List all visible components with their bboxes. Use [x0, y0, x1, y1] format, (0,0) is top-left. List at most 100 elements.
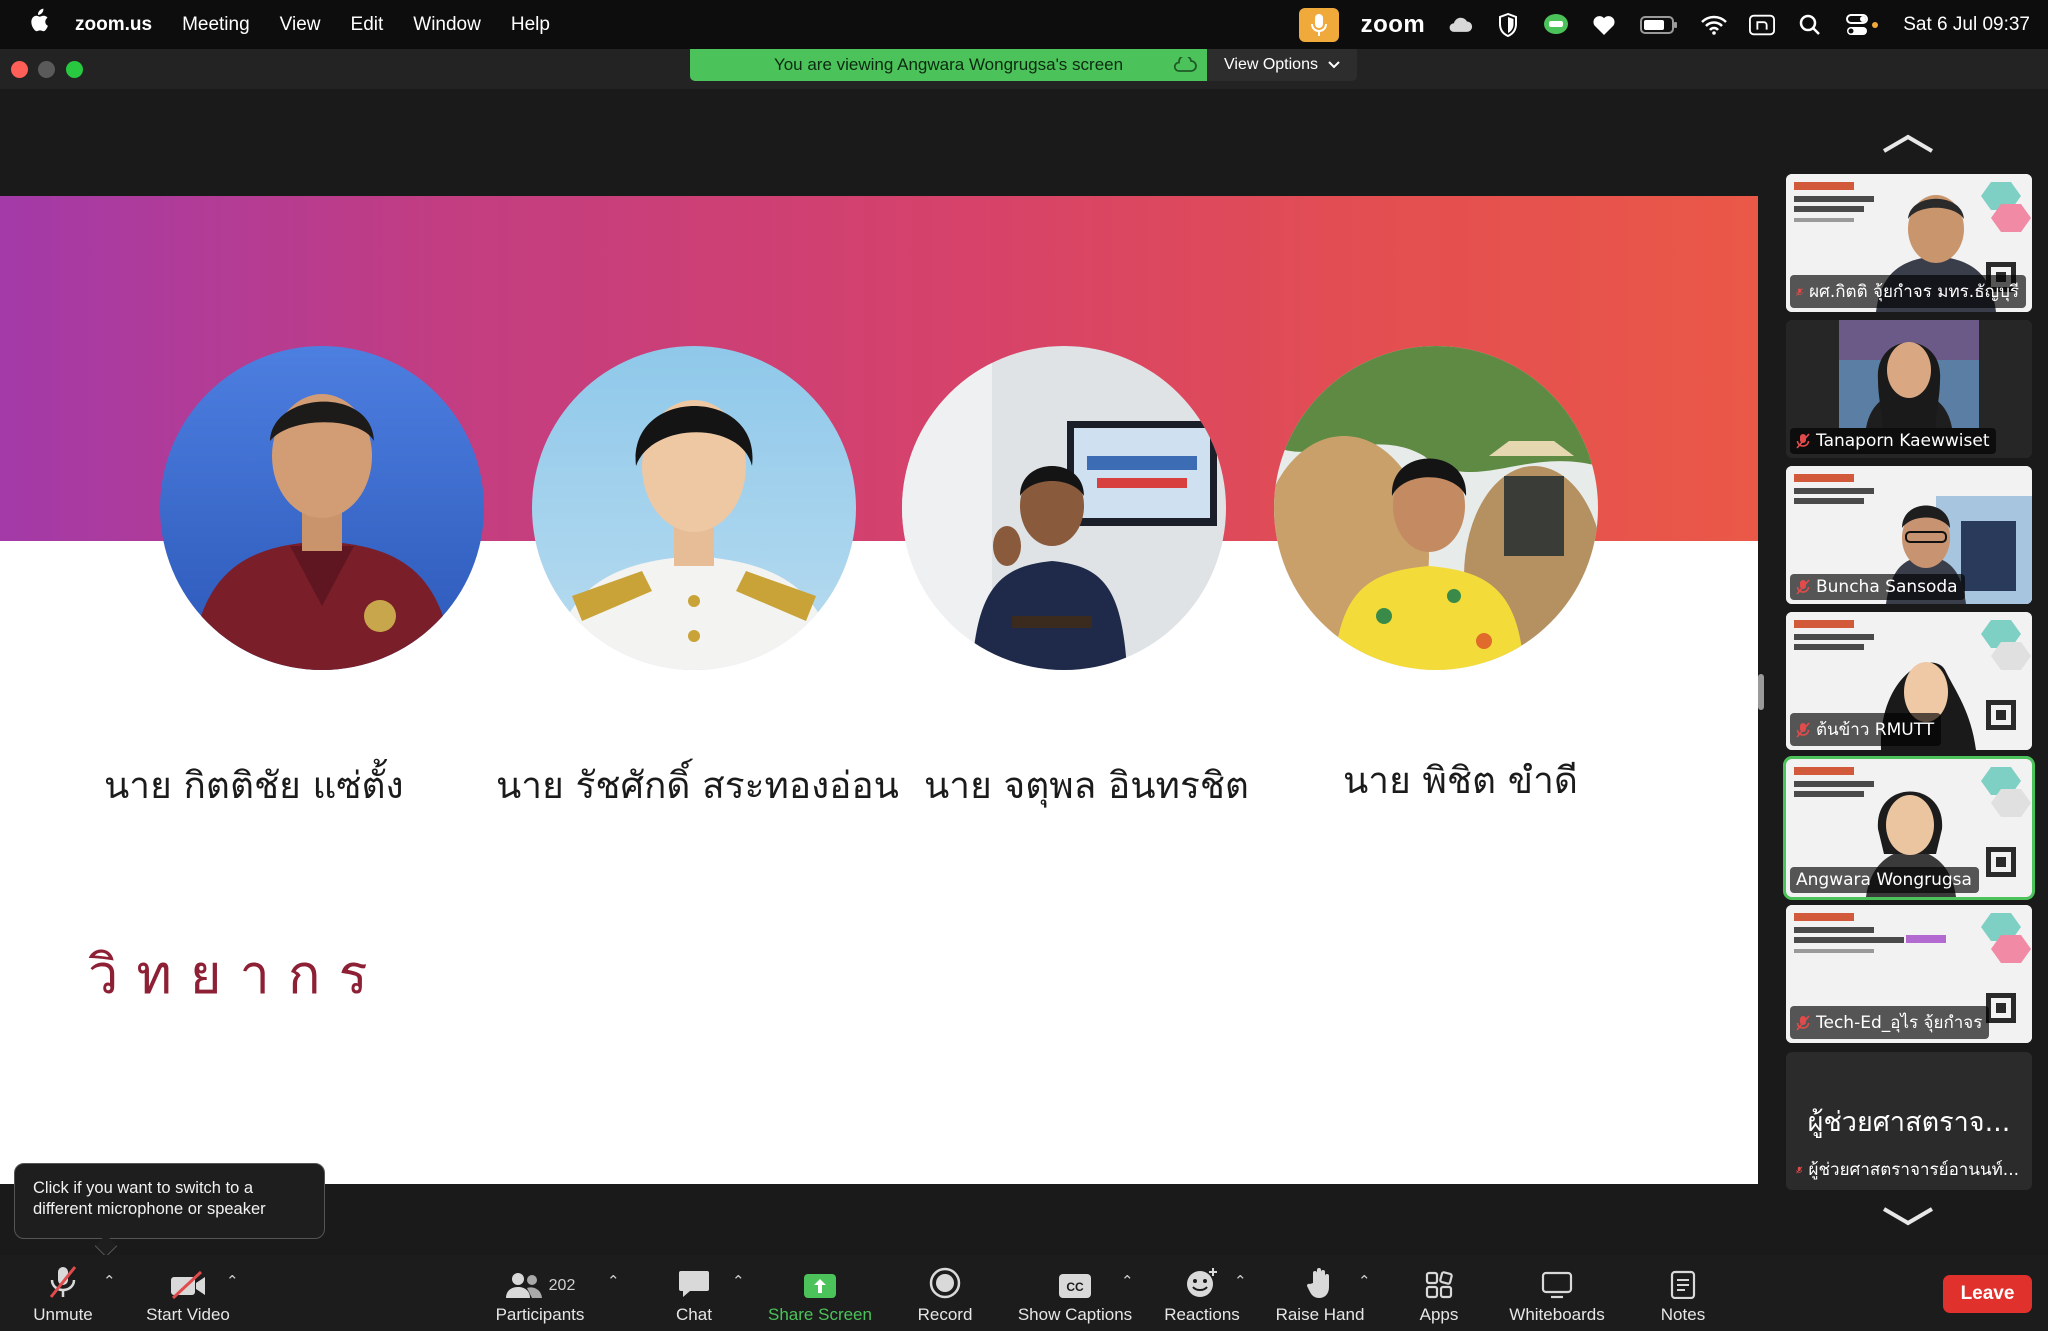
speaker-photo-4 [1274, 346, 1598, 670]
notes-button[interactable]: Notes [1657, 1265, 1709, 1325]
microphone-tray-icon[interactable] [1298, 7, 1339, 42]
participants-options-caret[interactable]: ⌃ [607, 1272, 620, 1290]
participant-name-label: ผศ.กิตติ จุ้ยกำจร มทร.ธัญบุรี [1790, 275, 2026, 308]
apple-icon[interactable] [0, 8, 75, 41]
zoom-tray-label[interactable]: zoom [1361, 11, 1426, 39]
heart-icon[interactable] [1591, 12, 1617, 38]
view-options-button[interactable]: View Options [1207, 49, 1357, 81]
share-screen-label: Share Screen [768, 1305, 872, 1324]
reactions-button[interactable]: Reactions [1162, 1265, 1242, 1325]
participant-tile-video-off[interactable]: ผู้ช่วยศาสตราจ... ผู้ช่วยศาสตราจารย์อานน… [1786, 1052, 2032, 1190]
speaker-photo-2 [532, 346, 856, 670]
apps-label: Apps [1419, 1305, 1459, 1324]
participants-label: Participants [495, 1305, 585, 1324]
participants-icon-wrap: 202 [505, 1265, 576, 1299]
participant-tile[interactable]: Buncha Sansoda [1786, 466, 2032, 604]
start-video-button[interactable]: Start Video [142, 1265, 234, 1325]
participant-count: 202 [548, 1277, 576, 1294]
record-icon [929, 1265, 961, 1299]
reactions-options-caret[interactable]: ⌃ [1234, 1272, 1247, 1290]
chat-button[interactable]: Chat [670, 1265, 718, 1325]
video-off-icon [169, 1265, 207, 1299]
participant-name-label: ผู้ช่วยศาสตราจารย์อานนท์... [1790, 1153, 2026, 1186]
muted-mic-icon [1796, 287, 1803, 296]
chevron-down-icon [1328, 56, 1340, 74]
leave-button[interactable]: Leave [1943, 1275, 2032, 1313]
window-close-button[interactable] [11, 61, 28, 78]
menu-app-name[interactable]: zoom.us [75, 14, 152, 36]
window-zoom-button[interactable] [66, 61, 83, 78]
window-minimize-button[interactable] [38, 61, 55, 78]
participants-icon [505, 1273, 542, 1298]
participant-tile[interactable]: Tanaporn Kaewwiset [1786, 320, 2032, 458]
unmute-button[interactable]: Unmute [32, 1265, 94, 1325]
input-source-icon[interactable] [1749, 12, 1776, 38]
screen-share-banner: You are viewing Angwara Wongrugsa's scre… [690, 49, 1207, 81]
raise-hand-options-caret[interactable]: ⌃ [1358, 1272, 1371, 1290]
slide-heading: วิทยากร [88, 943, 386, 1006]
whiteboards-button[interactable]: Whiteboards [1505, 1265, 1609, 1325]
apps-icon [1425, 1265, 1453, 1299]
svg-text:CC: CC [1066, 1280, 1084, 1294]
show-captions-button[interactable]: CC Show Captions [1015, 1265, 1135, 1325]
participant-name-label: ต้นข้าว RMUTT [1790, 713, 1942, 746]
apps-button[interactable]: Apps [1416, 1265, 1462, 1325]
gallery-up-arrow-icon[interactable] [1880, 131, 1936, 155]
cloud-icon[interactable] [1447, 12, 1473, 38]
participant-name: Buncha Sansoda [1816, 577, 1958, 597]
captions-options-caret[interactable]: ⌃ [1121, 1272, 1134, 1290]
participant-name-label: Buncha Sansoda [1790, 574, 1965, 600]
search-icon[interactable] [1797, 12, 1823, 38]
participant-tile[interactable]: ผศ.กิตติ จุ้ยกำจร มทร.ธัญบุรี [1786, 174, 2032, 312]
chat-icon [678, 1265, 710, 1299]
share-screen-button[interactable]: Share Screen [766, 1265, 874, 1325]
menu-help[interactable]: Help [511, 14, 550, 36]
reactions-icon [1185, 1265, 1219, 1299]
cloud-recording-icon [1173, 54, 1197, 78]
participants-button[interactable]: 202 Participants [493, 1265, 587, 1325]
menu-view[interactable]: View [280, 14, 321, 36]
speaker-photo-1 [160, 346, 484, 670]
wifi-icon[interactable] [1701, 12, 1728, 38]
notes-icon [1670, 1265, 1696, 1299]
show-captions-label: Show Captions [1017, 1305, 1133, 1324]
participant-name: ต้นข้าว RMUTT [1816, 720, 1935, 740]
gallery-down-arrow-icon[interactable] [1880, 1205, 1936, 1229]
view-options-label: View Options [1224, 56, 1318, 73]
macos-menu-bar: zoom.us Meeting View Edit Window Help zo… [0, 0, 2048, 49]
participant-name: ผู้ช่วยศาสตราจารย์อานนท์... [1808, 1160, 2019, 1180]
muted-mic-icon [1796, 1014, 1810, 1031]
participant-tile[interactable]: ต้นข้าว RMUTT [1786, 612, 2032, 750]
status-tray: zoom Sat 6 Jul 09:37 [1298, 0, 2030, 49]
raise-hand-button[interactable]: Raise Hand [1275, 1265, 1365, 1325]
participant-name: Angwara Wongrugsa [1796, 870, 1972, 890]
participant-display-name: ผู้ช่วยศาสตราจ... [1807, 1107, 2011, 1138]
participant-name-label: Angwara Wongrugsa [1790, 867, 1979, 893]
screen-share-banner-text: You are viewing Angwara Wongrugsa's scre… [773, 55, 1124, 74]
battery-icon[interactable] [1639, 12, 1679, 38]
line-app-icon[interactable] [1543, 12, 1569, 38]
audio-options-caret[interactable]: ⌃ [103, 1272, 116, 1290]
muted-mic-icon [1796, 433, 1810, 449]
menu-window[interactable]: Window [413, 14, 481, 36]
menu-meeting[interactable]: Meeting [182, 14, 250, 36]
shared-screen-slide: นาย กิตติชัย แซ่ตั้ง นาย รัชศักดิ์ สระทอ… [0, 196, 1758, 1184]
participant-tile-active-speaker[interactable]: Angwara Wongrugsa [1783, 756, 2035, 900]
audio-switch-tooltip: Click if you want to switch to a differe… [14, 1163, 325, 1239]
menu-edit[interactable]: Edit [351, 14, 384, 36]
speaker-name-3: นาย จตุพล อินทรชิต [924, 764, 1249, 807]
chat-options-caret[interactable]: ⌃ [732, 1272, 745, 1290]
record-button[interactable]: Record [916, 1265, 974, 1325]
leave-label: Leave [1960, 1283, 2015, 1304]
panel-resize-handle[interactable] [1758, 674, 1764, 710]
video-options-caret[interactable]: ⌃ [226, 1272, 239, 1290]
speaker-name-1: นาย กิตติชัย แซ่ตั้ง [104, 764, 404, 807]
participant-name: ผศ.กิตติ จุ้ยกำจร มทร.ธัญบุรี [1809, 282, 2019, 302]
control-center-icon[interactable] [1845, 12, 1881, 38]
participant-name: Tanaporn Kaewwiset [1816, 431, 1990, 451]
muted-mic-icon [1796, 1165, 1803, 1174]
menu-bar-clock[interactable]: Sat 6 Jul 09:37 [1903, 14, 2030, 36]
muted-microphone-icon [48, 1265, 78, 1299]
participant-tile[interactable]: Tech-Ed_อุไร จุ้ยกำจร [1786, 905, 2032, 1043]
shield-icon[interactable] [1495, 12, 1521, 38]
